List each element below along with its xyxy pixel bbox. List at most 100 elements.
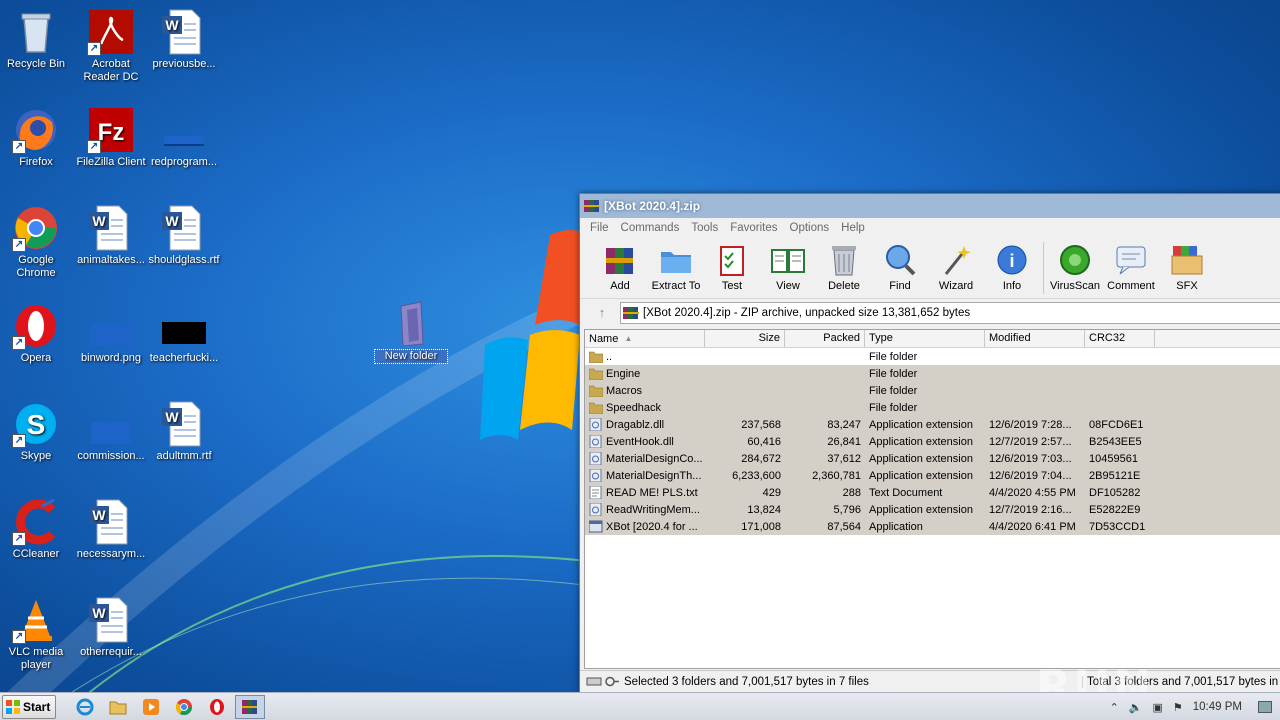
comment-label: Comment xyxy=(1107,280,1155,292)
virusscan-button[interactable]: VirusScan xyxy=(1047,242,1103,292)
desktop-icon-vlc[interactable]: ↗ VLC media player xyxy=(0,596,72,672)
column-header-crc32[interactable]: CRC32 xyxy=(1085,330,1155,347)
test-button[interactable]: Test xyxy=(704,242,760,292)
taskbar-opera[interactable] xyxy=(202,695,232,719)
table-row[interactable]: Dragablz.dll 237,568 83,247 Application ext… xyxy=(585,416,1280,433)
up-folder-button[interactable]: ↑ xyxy=(584,302,620,324)
menu-commands[interactable]: Commands xyxy=(615,222,686,234)
desktop-icon-firefox[interactable]: ↗ Firefox xyxy=(0,106,72,169)
clock[interactable]: 10:49 PM xyxy=(1193,701,1242,713)
column-header-packed[interactable]: Packed xyxy=(785,330,865,347)
network-icon[interactable]: ▣ xyxy=(1152,701,1162,714)
svg-text:W: W xyxy=(92,213,106,229)
column-header-modified[interactable]: Modified xyxy=(985,330,1085,347)
desktop-icon-skype[interactable]: S ↗ Skype xyxy=(0,400,72,463)
column-header-name[interactable]: Name ▲ xyxy=(585,330,705,347)
desktop-icon-previousbe[interactable]: W previousbe... xyxy=(148,8,220,71)
desktop-icon-adultmm[interactable]: W adultmm.rtf xyxy=(148,400,220,463)
desktop-icon-chrome[interactable]: ↗ Google Chrome xyxy=(0,204,72,280)
view-label: View xyxy=(776,280,800,292)
cell-type: Application extension xyxy=(869,452,973,465)
desktop-icon-acrobat[interactable]: ↗ Acrobat Reader DC xyxy=(75,8,147,84)
internet-explorer-icon xyxy=(76,698,94,715)
taskbar-media-player[interactable] xyxy=(136,695,166,719)
cell-type: Application extension xyxy=(869,418,973,431)
taskbar-ie[interactable] xyxy=(70,695,100,719)
status-selected: Selected 3 folders and 7,001,517 bytes i… xyxy=(624,675,869,688)
menu-tools[interactable]: Tools xyxy=(685,222,724,234)
window-titlebar[interactable]: [XBot 2020.4].zip xyxy=(580,194,1280,218)
desktop-icon-shouldglass[interactable]: W shouldglass.rtf xyxy=(148,204,220,267)
desktop-icon-otherrequir[interactable]: W otherrequir... xyxy=(75,596,147,659)
desktop-icon-commission[interactable]: commission... xyxy=(75,400,147,463)
image-file-icon xyxy=(87,302,135,350)
show-desktop-button[interactable] xyxy=(1258,701,1272,713)
desktop-icon-teacherfucki[interactable]: teacherfucki... xyxy=(148,302,220,365)
menu-options[interactable]: Options xyxy=(784,222,836,234)
anyrun-watermark: ANY RUN xyxy=(1036,606,1154,714)
toolbar-separator xyxy=(1043,242,1044,294)
column-header-size[interactable]: Size xyxy=(705,330,785,347)
table-row[interactable]: READ ME! PLS.txt 429 288 Text Document 4/4/2… xyxy=(585,484,1280,501)
menu-help[interactable]: Help xyxy=(835,222,871,234)
desktop-icon-animaltakes[interactable]: W animaltakes... xyxy=(75,204,147,267)
desktop-icon-redprogram[interactable]: redprogram... xyxy=(148,106,220,169)
start-label: Start xyxy=(23,699,51,714)
desktop-icon-ccleaner[interactable]: ↗ CCleaner xyxy=(0,498,72,561)
delete-button[interactable]: Delete xyxy=(816,242,872,292)
cell-size: 171,008 xyxy=(741,520,781,533)
cell-type: File folder xyxy=(869,401,918,414)
extract-to-button[interactable]: Extract To xyxy=(648,242,704,292)
taskbar-chrome[interactable] xyxy=(169,695,199,719)
info-button[interactable]: i Info xyxy=(984,242,1040,292)
taskbar-explorer[interactable] xyxy=(103,695,133,719)
cell-modified: 4/4/2020 4:55 PM xyxy=(989,486,1076,499)
cell-type: Application extension xyxy=(869,503,973,516)
table-row[interactable]: XBot [2020.4 for ... 171,008 87,564 Applica… xyxy=(585,518,1280,535)
file-name: Engine xyxy=(606,367,641,380)
sfx-button[interactable]: SFX xyxy=(1159,242,1215,292)
desktop-icon-binword[interactable]: binword.png xyxy=(75,302,147,365)
menu-file[interactable]: File xyxy=(584,222,615,234)
add-button[interactable]: Add xyxy=(592,242,648,292)
table-row[interactable]: EventHook.dll 60,416 26,841 Application ext… xyxy=(585,433,1280,450)
desktop-icon-label: redprogram... xyxy=(150,156,218,168)
desktop-icon-necessarym[interactable]: W necessarym... xyxy=(75,498,147,561)
table-row[interactable]: Engine File folder xyxy=(585,365,1280,382)
cell-packed: 288 xyxy=(842,486,861,499)
table-row[interactable]: Macros File folder xyxy=(585,382,1280,399)
view-button[interactable]: View xyxy=(760,242,816,292)
path-field[interactable]: [XBot 2020.4].zip - ZIP archive, unpacke… xyxy=(620,301,1280,324)
desktop-icon-new-folder[interactable]: New folder xyxy=(374,300,448,364)
column-header-type[interactable]: Type xyxy=(865,330,985,347)
winrar-icon xyxy=(242,699,257,714)
desktop-icon-filezilla[interactable]: Fz ↗ FileZilla Client xyxy=(75,106,147,169)
table-row[interactable]: ReadWritingMem... 13,824 5,796 Application … xyxy=(585,501,1280,518)
cell-crc32: 08FCD6E1 xyxy=(1089,418,1144,431)
cell-name: Dragablz.dll xyxy=(585,418,705,431)
table-row[interactable]: MaterialDesignCo... 284,672 37,612 Applicat… xyxy=(585,450,1280,467)
file-name: Speedhack xyxy=(606,401,662,414)
comment-button[interactable]: Comment xyxy=(1103,242,1159,292)
extract-folder-icon xyxy=(658,242,694,278)
table-row[interactable]: .. File folder xyxy=(585,348,1280,365)
cell-crc32: E52822E9 xyxy=(1089,503,1141,516)
sort-ascending-icon: ▲ xyxy=(624,334,633,343)
menu-favorites[interactable]: Favorites xyxy=(724,222,783,234)
flag-notification-icon[interactable]: ⚑ xyxy=(1173,701,1183,714)
wizard-button[interactable]: Wizard xyxy=(928,242,984,292)
desktop-icon-recycle-bin[interactable]: Recycle Bin xyxy=(0,8,72,71)
find-button[interactable]: Find xyxy=(872,242,928,292)
start-button[interactable]: Start xyxy=(2,694,56,719)
table-row[interactable]: Speedhack File folder xyxy=(585,399,1280,416)
volume-icon[interactable]: 🔈 xyxy=(1129,701,1143,714)
folder-icon xyxy=(109,701,127,714)
taskbar-winrar[interactable] xyxy=(235,694,265,719)
tray-expand-icon[interactable]: ⌃ xyxy=(1110,701,1119,714)
up-arrow-icon: ↑ xyxy=(598,305,606,320)
cell-modified: 12/6/2019 7:04... xyxy=(989,469,1072,482)
desktop-icon-opera[interactable]: ↗ Opera xyxy=(0,302,72,365)
table-row[interactable]: MaterialDesignTh... 6,233,600 2,360,781 App… xyxy=(585,467,1280,484)
drive-key-icon xyxy=(586,676,619,687)
dll-file-icon xyxy=(589,418,602,431)
